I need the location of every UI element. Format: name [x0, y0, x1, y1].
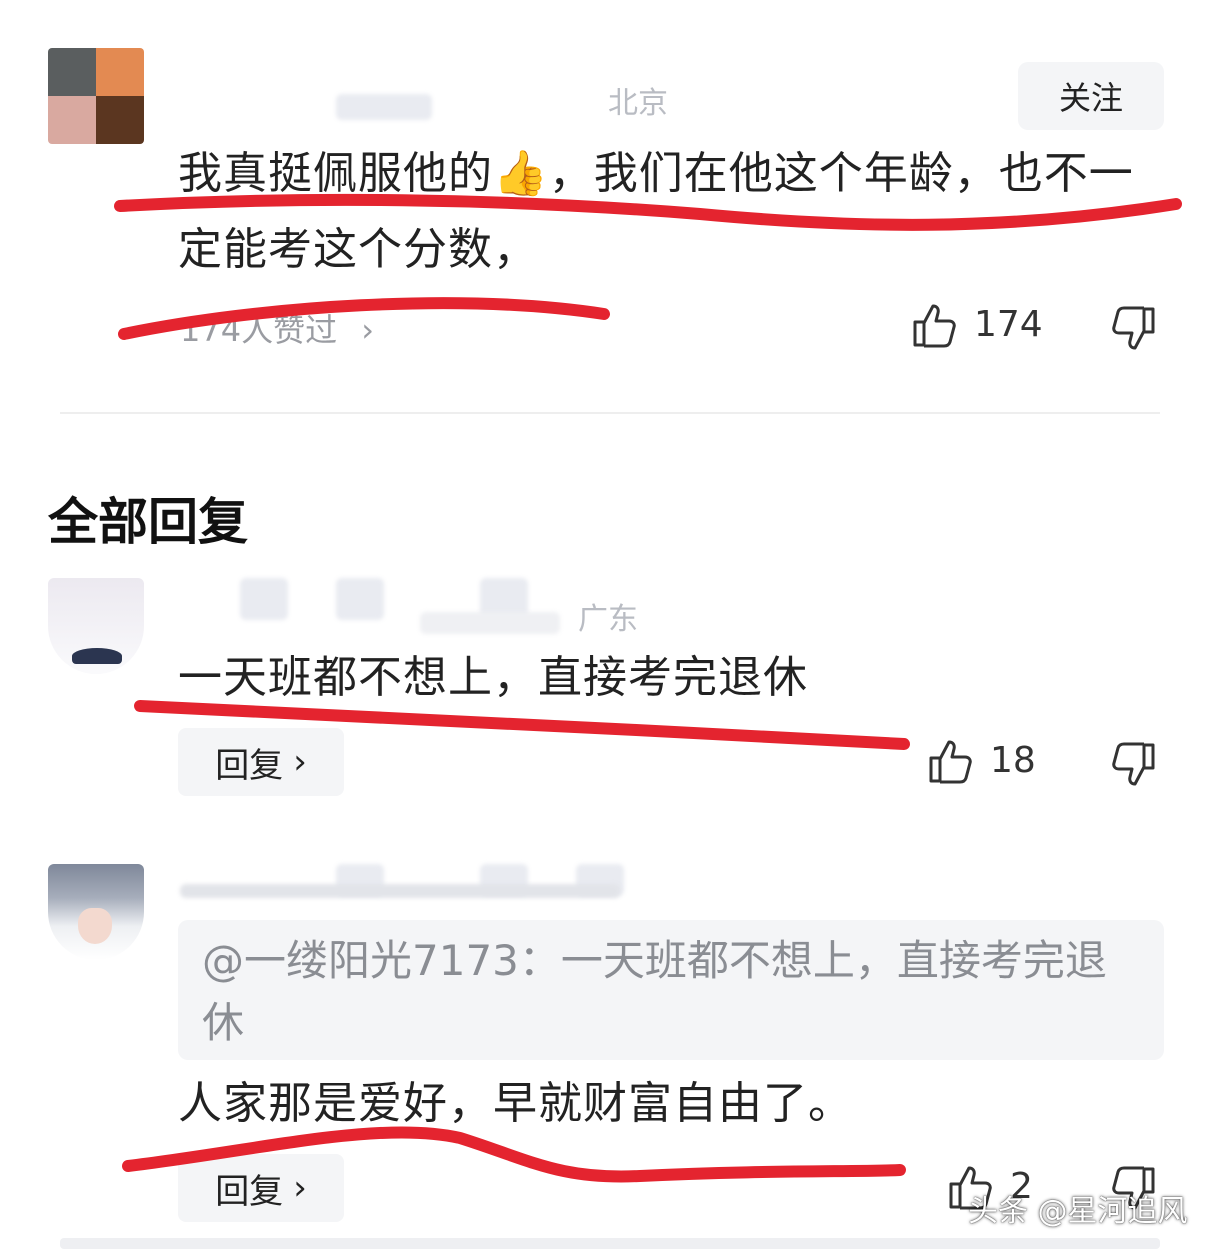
reply-location: 广东	[578, 602, 638, 637]
username-blurred	[240, 578, 288, 620]
username-blurred	[420, 612, 560, 634]
avatar[interactable]	[48, 864, 144, 960]
thumbs-down-icon[interactable]	[1112, 306, 1156, 352]
like-summary-label: 174人赞过	[180, 311, 338, 349]
comment-location: 北京	[608, 86, 668, 121]
chevron-right-icon: ›	[361, 311, 375, 349]
reply-button-label: 回复	[215, 745, 284, 786]
username-blurred	[336, 94, 432, 120]
comment-text: 我真挺佩服他的👍，我们在他这个年龄，也不一定能考这个分数，	[178, 148, 1134, 275]
follow-button[interactable]: 关注	[1018, 62, 1164, 130]
like-summary[interactable]: 174人赞过 ›	[180, 305, 374, 351]
reply-text: 人家那是爱好，早就财富自由了。	[178, 1078, 853, 1129]
reply-button[interactable]: 回复 ›	[178, 728, 344, 796]
thumbs-down-icon[interactable]	[1112, 742, 1156, 788]
avatar[interactable]	[48, 48, 144, 144]
thumbs-up-icon[interactable]	[928, 738, 972, 784]
like-count: 18	[990, 740, 1036, 781]
username-blurred	[336, 578, 384, 620]
username-blurred	[180, 884, 620, 898]
thumbs-up-icon[interactable]	[912, 302, 956, 348]
watermark: 头条 @星河追风	[968, 1194, 1188, 1229]
quoted-reply-text: @一缕阳光7173：一天班都不想上，直接考完退休	[202, 936, 1107, 1047]
chevron-right-icon: ›	[293, 742, 307, 782]
reply-button-label: 回复	[215, 1171, 284, 1212]
chevron-right-icon: ›	[293, 1168, 307, 1208]
divider	[60, 412, 1160, 414]
avatar[interactable]	[48, 578, 144, 674]
reply-button[interactable]: 回复 ›	[178, 1154, 344, 1222]
reply-text: 一天班都不想上，直接考完退休	[178, 652, 808, 703]
section-title: 全部回复	[48, 493, 248, 551]
quoted-reply: @一缕阳光7173：一天班都不想上，直接考完退休	[178, 920, 1164, 1060]
next-item-edge	[60, 1238, 1160, 1249]
like-count: 174	[974, 304, 1043, 345]
